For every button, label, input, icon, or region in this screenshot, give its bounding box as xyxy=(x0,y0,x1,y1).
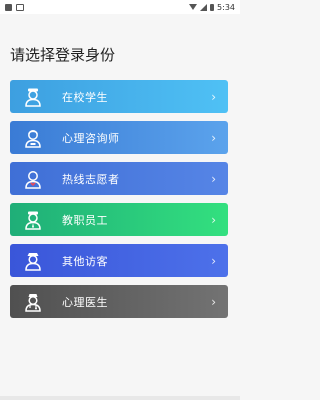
role-label: 热线志愿者 xyxy=(62,172,120,186)
chevron-right-icon: › xyxy=(211,171,216,186)
role-option-doctor[interactable]: 心理医生 › xyxy=(10,285,228,318)
app-notification-icon xyxy=(16,3,24,11)
signal-icon xyxy=(200,3,208,11)
role-option-visitor[interactable]: 其他访客 › xyxy=(10,244,228,277)
status-time: 5:34 xyxy=(217,2,235,12)
staff-avatar-icon xyxy=(22,209,44,231)
wifi-icon xyxy=(189,4,198,10)
role-label: 其他访客 xyxy=(62,254,108,268)
chevron-right-icon: › xyxy=(211,212,216,227)
role-label: 心理咨询师 xyxy=(62,131,120,145)
chevron-right-icon: › xyxy=(211,253,216,268)
page-title: 请选择登录身份 xyxy=(10,46,116,64)
role-label: 教职员工 xyxy=(62,213,108,227)
role-option-counselor[interactable]: 心理咨询师 › xyxy=(10,121,228,154)
role-option-student[interactable]: 在校学生 › xyxy=(10,80,228,113)
role-option-staff[interactable]: 教职员工 › xyxy=(10,203,228,236)
chevron-right-icon: › xyxy=(211,294,216,309)
visitor-avatar-icon xyxy=(22,250,44,272)
status-right: 5:34 xyxy=(189,3,235,12)
student-avatar-icon xyxy=(22,86,44,108)
bottom-bar xyxy=(0,396,240,400)
chevron-right-icon: › xyxy=(211,130,216,145)
role-label: 在校学生 xyxy=(62,90,108,104)
battery-icon xyxy=(210,3,215,11)
role-option-volunteer[interactable]: 热线志愿者 › xyxy=(10,162,228,195)
counselor-avatar-icon xyxy=(22,127,44,149)
notification-icon xyxy=(5,3,12,11)
volunteer-avatar-icon xyxy=(22,168,44,190)
role-list: 在校学生 › 心理咨询师 › 热线志愿者 › 教职员工 › 其他访客 › 心理医… xyxy=(10,80,228,318)
doctor-avatar-icon xyxy=(22,291,44,313)
status-bar: 5:34 xyxy=(0,0,240,14)
role-label: 心理医生 xyxy=(62,295,108,309)
chevron-right-icon: › xyxy=(211,89,216,104)
status-left xyxy=(5,3,24,11)
